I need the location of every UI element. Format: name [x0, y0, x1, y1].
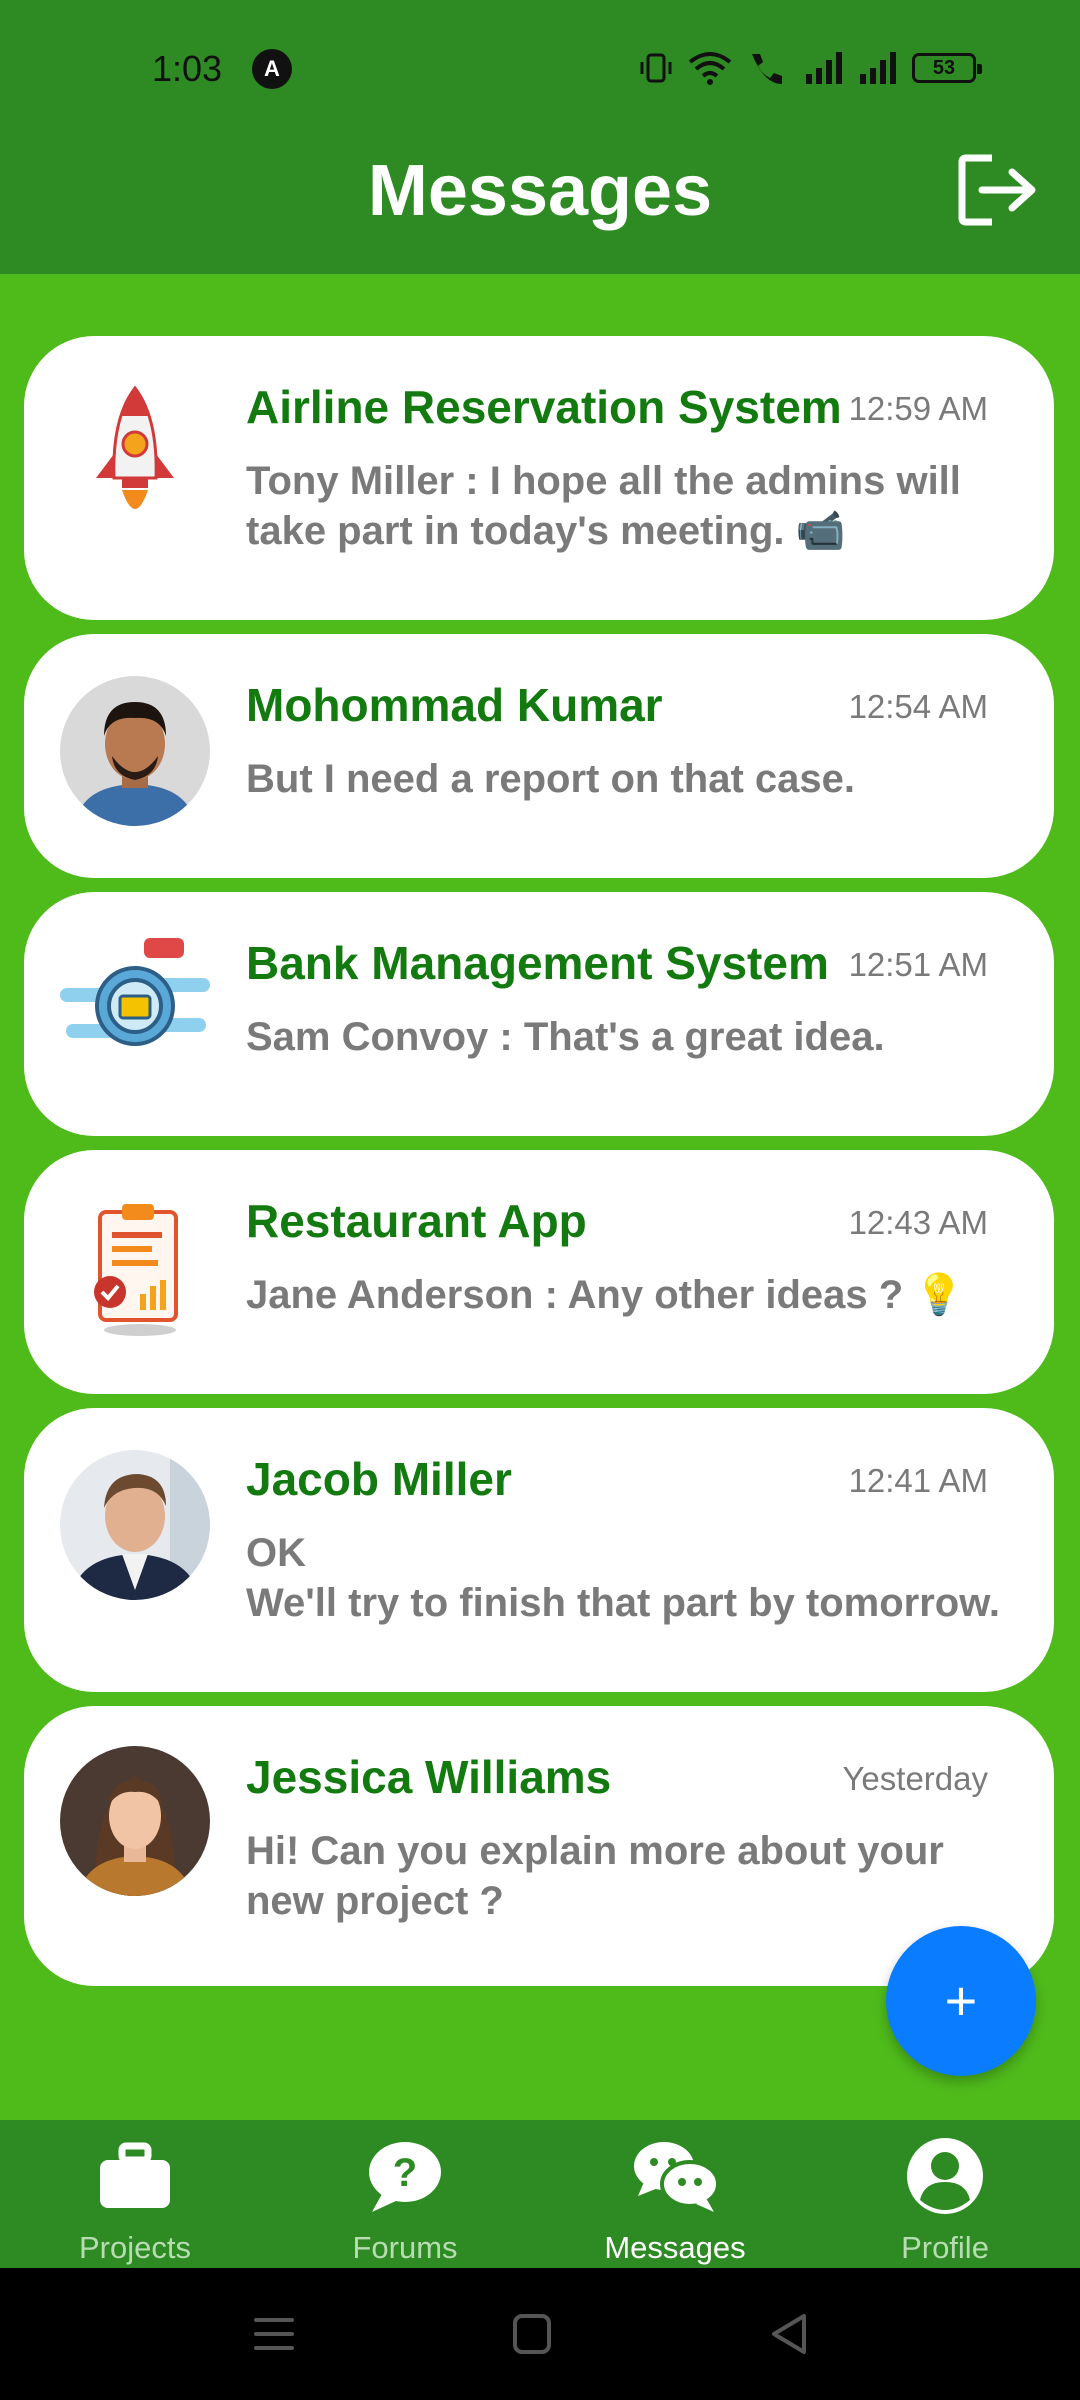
back-icon[interactable]	[760, 2308, 820, 2360]
nav-label-projects: Projects	[79, 2230, 191, 2265]
home-icon[interactable]	[502, 2308, 562, 2360]
briefcase-icon	[100, 2142, 170, 2208]
conversation-card[interactable]: Restaurant App 12:43 AM Jane Anderson : …	[24, 1150, 1054, 1394]
nav-item-profile[interactable]: Profile	[810, 2120, 1080, 2268]
bottom-nav: Projects ? Forums Messages Profile	[0, 2120, 1080, 2268]
conversation-time: 12:43 AM	[848, 1204, 988, 1241]
battery-level: 53	[932, 56, 956, 79]
signal-icon-2	[860, 52, 896, 84]
conversation-name: Jacob Miller	[246, 1453, 512, 1505]
system-navigation-bar	[0, 2268, 1080, 2400]
conversation-card[interactable]: Bank Management System 12:51 AM Sam Conv…	[24, 892, 1054, 1136]
profile-icon	[907, 2138, 983, 2214]
signal-icon	[806, 52, 842, 84]
nav-item-messages[interactable]: Messages	[540, 2120, 810, 2268]
vibrate-icon	[640, 53, 672, 83]
battery-icon: 53	[912, 53, 982, 83]
conversation-time: 12:51 AM	[848, 946, 988, 983]
conversation-time: 12:59 AM	[848, 390, 988, 427]
conversation-name: Mohommad Kumar	[246, 679, 663, 731]
avatar	[60, 1450, 210, 1600]
conversation-message: Tony Miller : I hope all the admins will…	[246, 459, 961, 553]
nav-item-projects[interactable]: Projects	[0, 2120, 270, 2268]
rocket-icon	[60, 378, 210, 528]
conversation-card[interactable]: Airline Reservation System 12:59 AM Tony…	[24, 336, 1054, 620]
conversation-message-line: OK	[246, 1531, 306, 1575]
conversation-name: Airline Reservation System	[246, 381, 842, 433]
gear-briefcase-icon	[60, 938, 210, 1088]
status-icons: 53	[638, 50, 982, 86]
conversation-message: Hi! Can you explain more about your new …	[246, 1829, 944, 1923]
conversation-name: Bank Management System	[246, 937, 829, 989]
conversation-message: Jane Anderson : Any other ideas ? 💡	[246, 1273, 965, 1317]
app-notification-icon: A	[252, 49, 292, 89]
conversation-message: OK We'll try to finish that part by tomo…	[246, 1528, 1006, 1628]
logout-icon[interactable]	[954, 150, 1038, 230]
new-message-button[interactable]: +	[886, 1926, 1036, 2076]
nav-label-messages: Messages	[604, 2230, 746, 2265]
recents-icon[interactable]	[244, 2308, 304, 2360]
conversation-message: But I need a report on that case.	[246, 757, 856, 801]
avatar	[60, 1746, 210, 1896]
page-title: Messages	[367, 151, 713, 231]
svg-text:?: ?	[393, 2151, 417, 2195]
wifi-icon	[688, 52, 732, 85]
conversation-name: Jessica Williams	[246, 1751, 612, 1803]
avatar	[60, 676, 210, 826]
conversation-card[interactable]: Jessica Williams Yesterday Hi! Can you e…	[24, 1706, 1054, 1986]
app-header: 1:03 A 53 Messages	[0, 0, 1080, 274]
nav-label-forums: Forums	[352, 2230, 458, 2265]
conversation-message-line: We'll try to finish that part by tomorro…	[246, 1581, 1000, 1625]
conversation-time: Yesterday	[842, 1760, 988, 1797]
status-time: 1:03	[152, 48, 223, 89]
question-bubble-icon: ?	[369, 2142, 441, 2212]
clipboard-chart-icon	[60, 1196, 210, 1346]
status-bar: 1:03 A 53	[0, 0, 1080, 136]
conversation-time: 12:54 AM	[848, 688, 988, 725]
conversation-time: 12:41 AM	[848, 1462, 988, 1499]
chat-bubbles-icon	[634, 2142, 720, 2212]
nav-item-forums[interactable]: ? Forums	[270, 2120, 540, 2268]
conversation-card[interactable]: Jacob Miller 12:41 AM OK We'll try to fi…	[24, 1408, 1054, 1692]
conversation-message: Sam Convoy : That's a great idea.	[246, 1015, 885, 1059]
conversation-name: Restaurant App	[246, 1195, 587, 1247]
call-icon	[752, 54, 782, 84]
nav-label-profile: Profile	[901, 2230, 989, 2265]
conversation-card[interactable]: Mohommad Kumar 12:54 AM But I need a rep…	[24, 634, 1054, 878]
